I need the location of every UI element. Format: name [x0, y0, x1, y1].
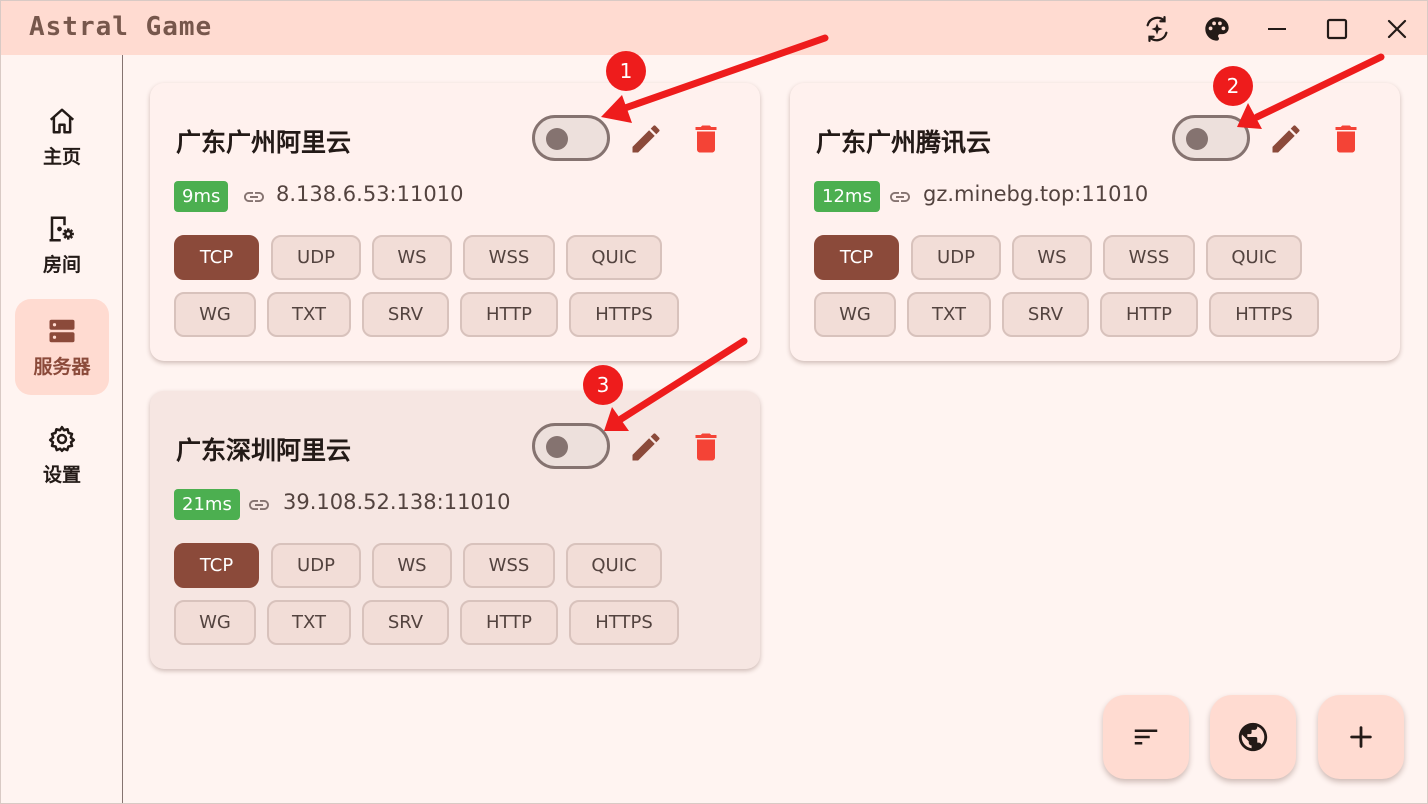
- latency-badge: 21ms: [174, 489, 240, 520]
- app-window: Astral Game 主页 房间 服务器 设置 广东广州阿里云 9ms 8.1…: [0, 0, 1428, 804]
- server-address: 8.138.6.53:11010: [276, 182, 464, 206]
- protocol-chip-srv[interactable]: SRV: [1002, 292, 1089, 337]
- theme-switch-icon[interactable]: [1137, 9, 1177, 49]
- server-address: 39.108.52.138:11010: [283, 490, 511, 514]
- close-icon[interactable]: [1377, 9, 1417, 49]
- protocol-chip-https[interactable]: HTTPS: [569, 600, 679, 645]
- add-server-button[interactable]: [1318, 695, 1404, 779]
- link-icon: [890, 192, 910, 202]
- server-address: gz.minebg.top:11010: [923, 182, 1149, 206]
- protocol-chip-http[interactable]: HTTP: [1100, 292, 1198, 337]
- annotation-badge: 2: [1213, 66, 1253, 106]
- protocol-chip-srv[interactable]: SRV: [362, 600, 449, 645]
- app-title: Astral Game: [29, 12, 213, 42]
- protocol-chip-udp[interactable]: UDP: [911, 235, 1001, 280]
- delete-icon[interactable]: [688, 429, 724, 465]
- palette-icon[interactable]: [1197, 9, 1237, 49]
- protocol-chip-tcp[interactable]: TCP: [174, 235, 259, 280]
- server-icon: [49, 319, 75, 342]
- protocol-chip-wg[interactable]: WG: [814, 292, 896, 337]
- server-card: 广东深圳阿里云 21ms 39.108.52.138:11010 TCP UDP…: [150, 391, 760, 669]
- edit-icon[interactable]: [628, 429, 664, 465]
- protocol-chip-http[interactable]: HTTP: [460, 600, 558, 645]
- protocol-chip-udp[interactable]: UDP: [271, 543, 361, 588]
- latency-badge: 12ms: [814, 181, 880, 212]
- gear-icon: [48, 425, 76, 452]
- protocol-chip-udp[interactable]: UDP: [271, 235, 361, 280]
- protocol-chip-quic[interactable]: QUIC: [566, 235, 662, 280]
- toggle-knob: [1186, 128, 1208, 150]
- protocol-chip-quic[interactable]: QUIC: [1206, 235, 1302, 280]
- globe-button[interactable]: [1210, 695, 1296, 779]
- toggle-knob: [546, 436, 568, 458]
- protocol-chip-wg[interactable]: WG: [174, 292, 256, 337]
- delete-icon[interactable]: [1328, 121, 1364, 157]
- protocol-chip-txt[interactable]: TXT: [267, 600, 351, 645]
- room-settings-icon: [49, 216, 74, 241]
- server-enable-toggle[interactable]: [1172, 115, 1250, 161]
- sidebar-item-label: 设置: [42, 463, 81, 486]
- sidebar-item-label: 服务器: [33, 355, 91, 378]
- protocol-chip-tcp[interactable]: TCP: [174, 543, 259, 588]
- protocol-chip-wss[interactable]: WSS: [463, 543, 555, 588]
- sort-button[interactable]: [1103, 695, 1189, 779]
- protocol-chip-srv[interactable]: SRV: [362, 292, 449, 337]
- sidebar-item-server[interactable]: 服务器: [15, 299, 109, 395]
- protocol-chip-https[interactable]: HTTPS: [1209, 292, 1319, 337]
- server-enable-toggle[interactable]: [532, 115, 610, 161]
- protocol-chip-ws[interactable]: WS: [372, 235, 452, 280]
- home-icon: [49, 108, 75, 133]
- protocol-chip-wg[interactable]: WG: [174, 600, 256, 645]
- protocol-chip-txt[interactable]: TXT: [907, 292, 991, 337]
- edit-icon[interactable]: [628, 121, 664, 157]
- toggle-knob: [546, 128, 568, 150]
- server-card: 广东广州阿里云 9ms 8.138.6.53:11010 TCP UDP WS …: [150, 83, 760, 361]
- sidebar-item-label: 房间: [42, 253, 81, 276]
- link-icon: [249, 500, 269, 510]
- sidebar-item-settings[interactable]: 设置: [15, 407, 109, 503]
- protocol-chip-http[interactable]: HTTP: [460, 292, 558, 337]
- protocol-chip-txt[interactable]: TXT: [267, 292, 351, 337]
- protocol-chip-tcp[interactable]: TCP: [814, 235, 899, 280]
- maximize-icon[interactable]: [1317, 9, 1357, 49]
- minimize-icon[interactable]: [1257, 9, 1297, 49]
- server-name: 广东广州腾讯云: [816, 128, 992, 157]
- annotation-badge: 3: [583, 365, 623, 405]
- latency-badge: 9ms: [174, 181, 229, 212]
- link-icon: [244, 192, 264, 202]
- edit-icon[interactable]: [1268, 121, 1304, 157]
- sort-icon: [1134, 729, 1158, 745]
- add-icon: [1350, 726, 1372, 748]
- delete-icon[interactable]: [688, 121, 724, 157]
- annotation-badge: 1: [606, 51, 646, 91]
- title-bar[interactable]: Astral Game: [1, 1, 1427, 55]
- protocol-chip-ws[interactable]: WS: [372, 543, 452, 588]
- sidebar-item-label: 主页: [42, 145, 81, 168]
- server-enable-toggle[interactable]: [532, 423, 610, 469]
- protocol-chip-https[interactable]: HTTPS: [569, 292, 679, 337]
- sidebar-item-home[interactable]: 主页: [15, 89, 109, 185]
- sidebar-item-room[interactable]: 房间: [15, 197, 109, 293]
- server-name: 广东深圳阿里云: [176, 436, 352, 465]
- protocol-chip-wss[interactable]: WSS: [463, 235, 555, 280]
- server-card: 广东广州腾讯云 12ms gz.minebg.top:11010 TCP UDP…: [790, 83, 1400, 361]
- protocol-chip-quic[interactable]: QUIC: [566, 543, 662, 588]
- protocol-chip-wss[interactable]: WSS: [1103, 235, 1195, 280]
- globe-icon: [1238, 722, 1268, 752]
- sidebar: 主页 房间 服务器 设置: [1, 55, 123, 803]
- server-name: 广东广州阿里云: [176, 128, 352, 157]
- protocol-chip-ws[interactable]: WS: [1012, 235, 1092, 280]
